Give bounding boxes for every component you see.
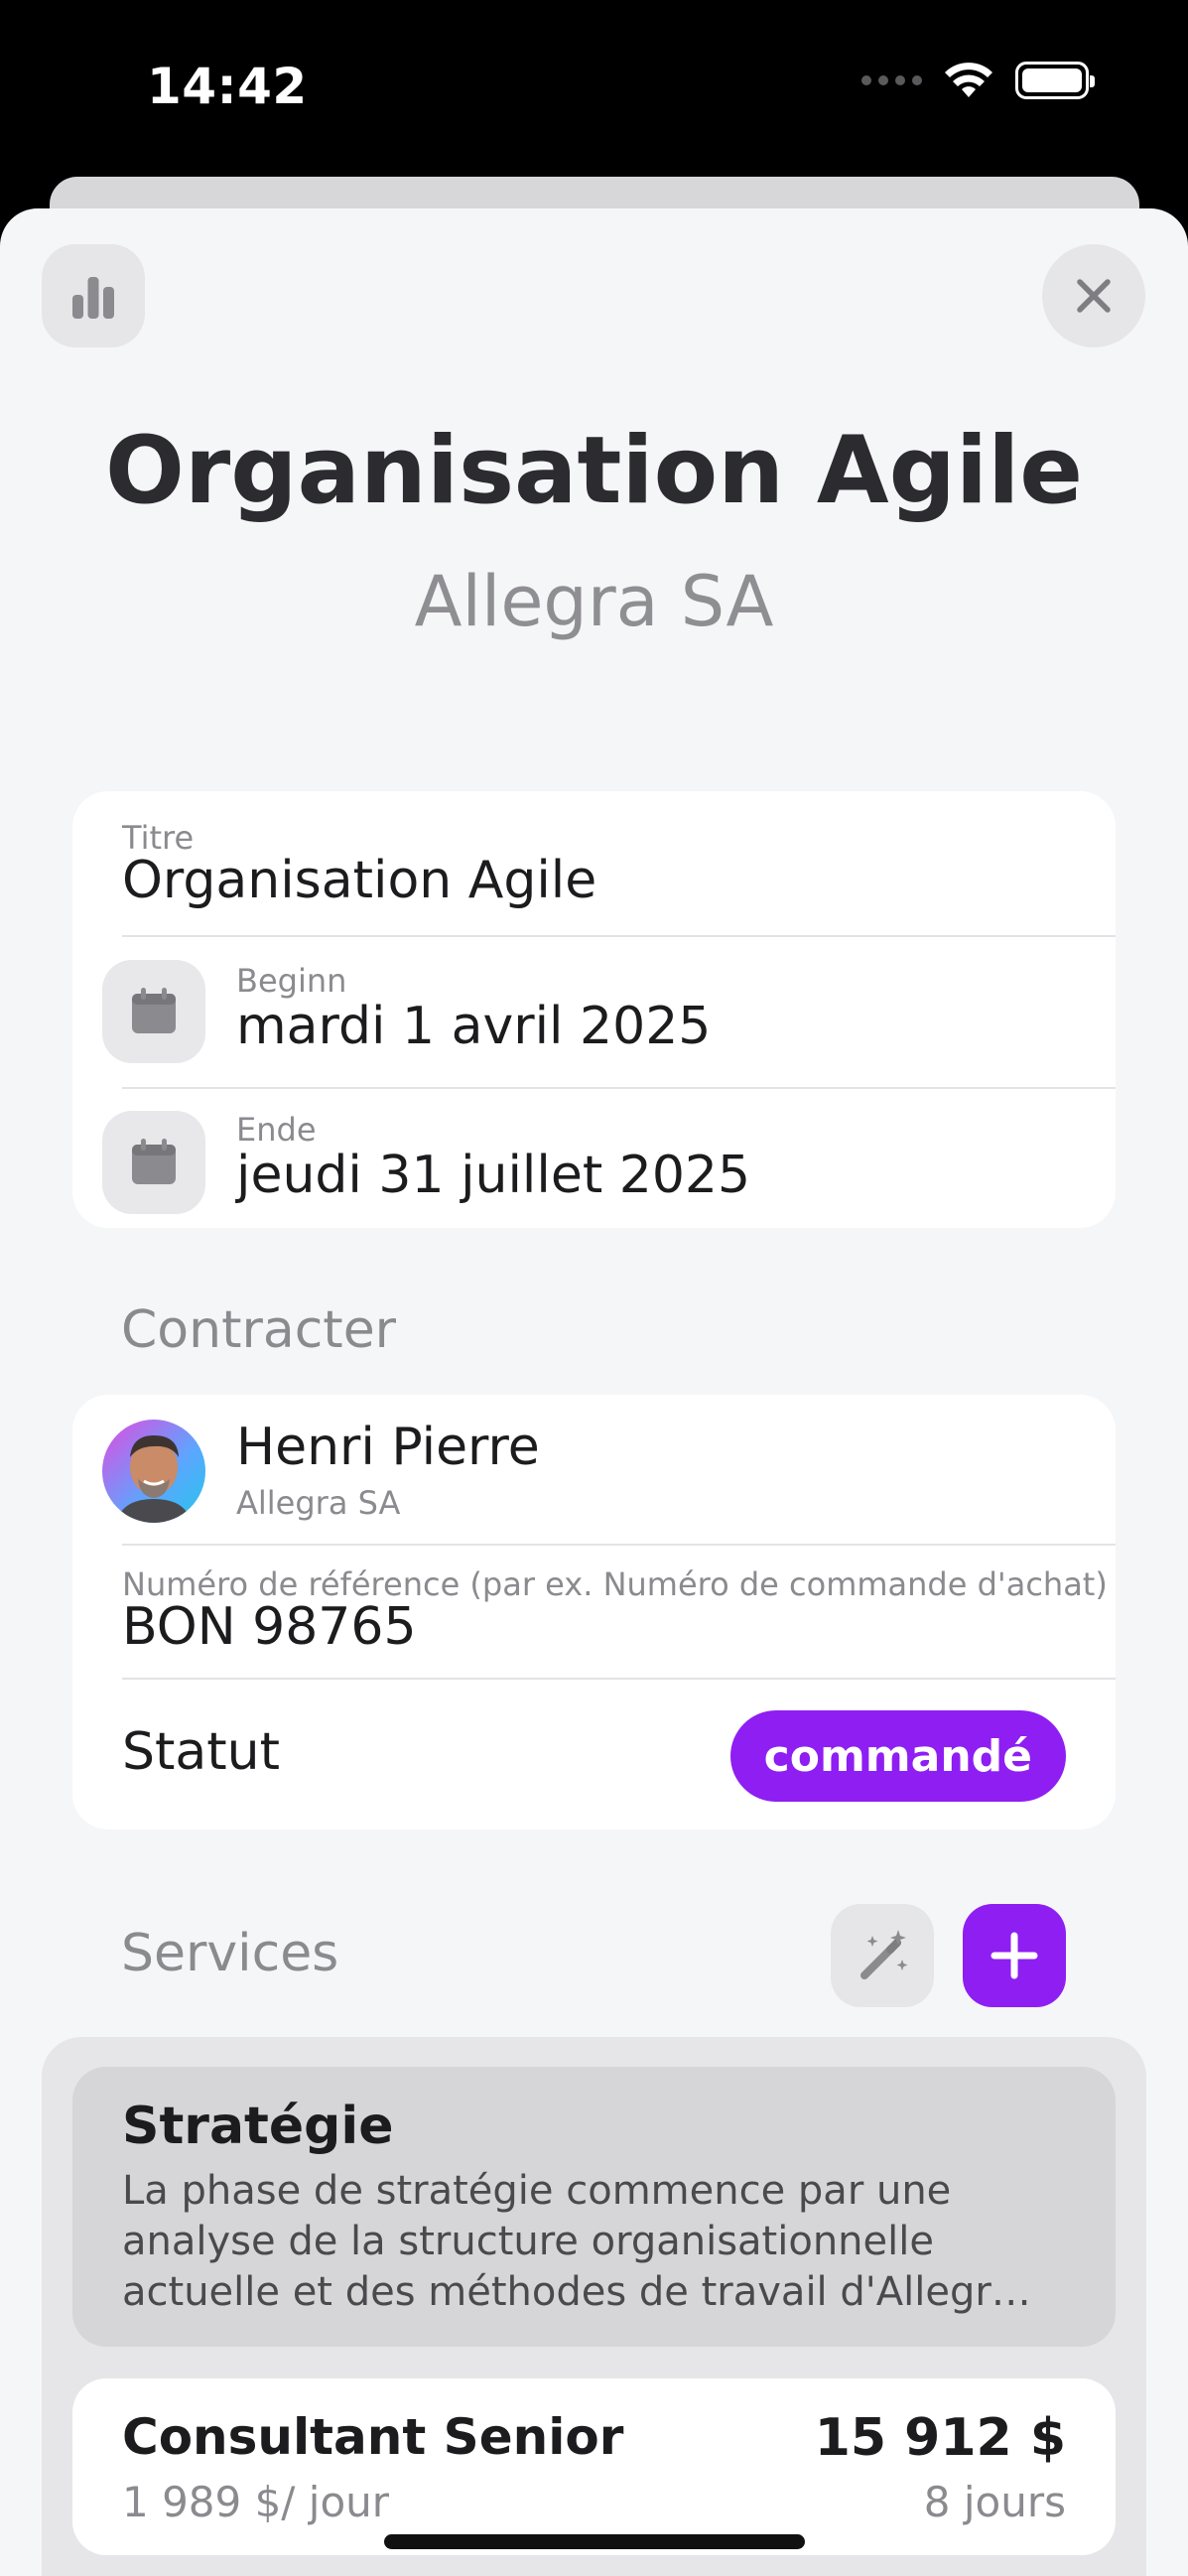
phase-description-line: La phase de stratégie commence par une [122, 2168, 952, 2214]
title-field[interactable]: Titre Organisation Agile [72, 791, 1116, 935]
end-date-value: jeudi 31 juillet 2025 [236, 1146, 751, 1205]
person-avatar-icon [116, 1435, 192, 1523]
add-service-button[interactable] [963, 1904, 1066, 2007]
end-date-icon-box [102, 1111, 205, 1214]
contact-company: Allegra SA [236, 1484, 401, 1522]
contracter-section-header: Contracter [121, 1300, 397, 1360]
contact-row[interactable]: Henri Pierre Allegra SA [72, 1395, 1116, 1544]
end-date-field[interactable]: Ende jeudi 31 juillet 2025 [72, 1089, 1116, 1228]
contact-name: Henri Pierre [236, 1418, 540, 1477]
statistics-button[interactable] [42, 244, 145, 347]
service-total: 15 912 $ [814, 2408, 1066, 2468]
home-indicator[interactable] [384, 2534, 805, 2549]
cellular-signal-icon [861, 75, 922, 85]
page-subtitle: Allegra SA [414, 561, 774, 642]
services-section-header: Services [121, 1924, 339, 1983]
project-sheet: Organisation Agile Allegra SA Titre Orga… [0, 208, 1188, 2576]
phase-description-line: analyse de la structure organisationnell… [122, 2219, 934, 2264]
page-title: Organisation Agile [104, 417, 1084, 525]
service-line-item[interactable]: Consultant Senior 1 989 $/ jour 15 912 $… [72, 2378, 1116, 2555]
reference-value: BON 98765 [122, 1597, 417, 1657]
title-value: Organisation Agile [122, 851, 597, 910]
status-badge[interactable]: commandé [729, 1710, 1066, 1802]
avatar [102, 1420, 205, 1523]
service-quantity: 8 jours [923, 2478, 1066, 2526]
details-card: Titre Organisation Agile Beginn mardi 1 … [72, 791, 1116, 1228]
plus-icon [990, 1932, 1038, 1979]
status-label: Statut [122, 1722, 280, 1782]
status-bar: 14:42 [0, 0, 1188, 174]
magic-wand-icon [860, 1930, 908, 1979]
magic-wand-button[interactable] [831, 1904, 934, 2007]
phase-card[interactable]: Stratégie La phase de stratégie commence… [72, 2067, 1116, 2347]
battery-icon [1015, 62, 1095, 99]
end-date-label: Ende [236, 1111, 317, 1149]
divider [122, 1678, 1116, 1680]
contracter-card: Henri Pierre Allegra SA Numéro de référe… [72, 1395, 1116, 1830]
start-date-icon-box [102, 960, 205, 1063]
calendar-icon [132, 1139, 176, 1184]
phase-description-line: actuelle et des méthodes de travail d'Al… [122, 2269, 1031, 2315]
wifi-icon [945, 63, 992, 97]
reference-field[interactable]: Numéro de référence (par ex. Numéro de c… [72, 1546, 1116, 1678]
start-date-label: Beginn [236, 962, 347, 1000]
services-panel: Stratégie La phase de stratégie commence… [42, 2037, 1146, 2576]
phase-description: La phase de stratégie commence par une a… [122, 2166, 1085, 2318]
close-icon [1077, 279, 1111, 313]
service-rate: 1 989 $/ jour [122, 2478, 390, 2526]
calendar-icon [132, 988, 176, 1033]
service-name: Consultant Senior [122, 2408, 624, 2466]
start-date-field[interactable]: Beginn mardi 1 avril 2025 [72, 937, 1116, 1086]
phase-title: Stratégie [122, 2097, 394, 2156]
status-icons [861, 62, 1095, 99]
bar-chart-icon [72, 277, 114, 319]
status-time: 14:42 [147, 58, 308, 115]
start-date-value: mardi 1 avril 2025 [236, 997, 712, 1056]
close-button[interactable] [1042, 244, 1145, 347]
